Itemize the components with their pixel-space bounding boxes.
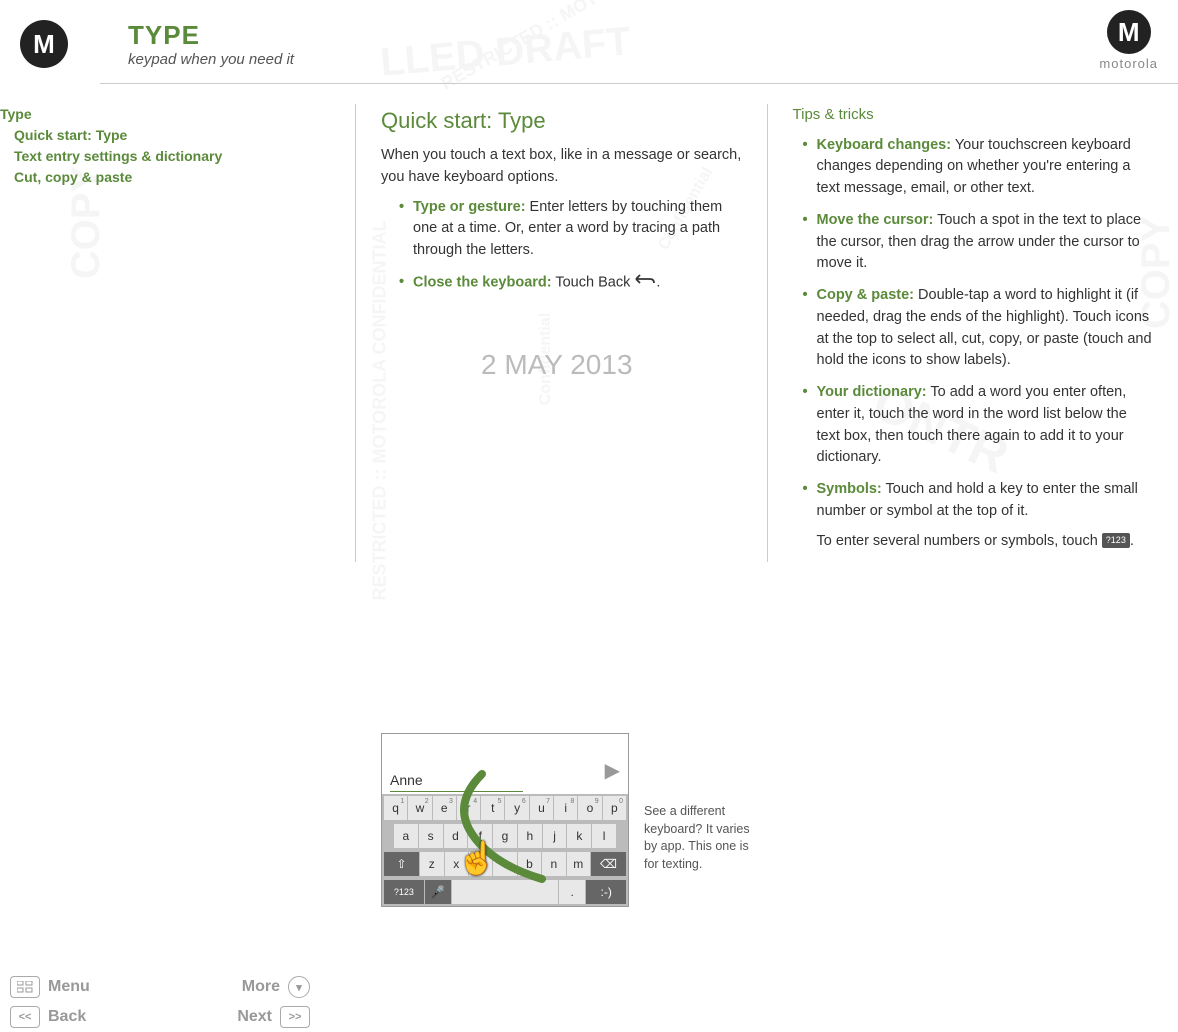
bullet-label: Symbols: [817,481,882,497]
keyboard-key: t5 [481,796,504,820]
keyboard-key: b [518,852,541,876]
keyboard-key: g [493,824,517,848]
page-subtitle: keypad when you need it [128,51,294,68]
page-title: TYPE [128,20,294,51]
more-button[interactable]: More ▾ [242,976,310,998]
menu-icon [10,976,40,998]
motorola-m-icon: M [33,29,55,60]
period-key: . [559,880,585,904]
keyboard-key: p0 [603,796,626,820]
date-watermark: 2 MAY 2013 [481,344,633,386]
toc-item[interactable]: Text entry settings & dictionary [0,146,310,167]
motorola-m-icon: M [1118,17,1140,48]
toc-item[interactable]: Cut, copy & paste [0,167,310,188]
more-icon: ▾ [288,976,310,998]
table-of-contents: Type Quick start: Type Text entry settin… [0,104,310,188]
bullet-label: Close the keyboard: [413,274,552,290]
next-icon: >> [280,1006,310,1028]
keyboard-illustration: Anne ▶ q1w2e3r4t5y6u7i8o9p0 asdfghjkl ⇧ … [381,733,629,907]
send-icon: ▶ [605,756,620,786]
bullet-item: Your dictionary: To add a word you enter… [803,382,1154,469]
mic-key: 🎤 [425,880,451,904]
keyboard-key: j [543,824,567,848]
keyboard-typed-text: Anne [390,770,523,792]
keyboard-figure: Anne ▶ q1w2e3r4t5y6u7i8o9p0 asdfghjkl ⇧ … [381,733,754,907]
back-button[interactable]: << Back [10,1006,86,1028]
shift-key: ⇧ [384,852,419,876]
page-header: M TYPE keypad when you need it M motorol… [0,0,1178,78]
keyboard-key: f [468,824,492,848]
keyboard-key: s [419,824,443,848]
bullet-label: Your dictionary: [817,384,927,400]
keyboard-key: z [420,852,443,876]
bullet-label: Type or gesture: [413,199,526,215]
more-label: More [242,978,280,996]
keyboard-row-1: q1w2e3r4t5y6u7i8o9p0 [382,794,628,822]
keyboard-key: o9 [578,796,601,820]
keyboard-key: q1 [384,796,407,820]
back-arrow-icon [634,272,656,294]
nav-controls: Menu More ▾ << Back Next >> [0,972,320,1032]
bullet-item: Symbols: Touch and hold a key to enter t… [803,479,1154,552]
bullet-label: Copy & paste: [817,287,915,303]
back-label: Back [48,1008,86,1026]
keyboard-key: a [394,824,418,848]
keyboard-key: y6 [505,796,528,820]
next-label: Next [237,1008,272,1026]
bullet-item: Copy & paste: Double-tap a word to highl… [803,285,1154,372]
keyboard-key: w2 [408,796,431,820]
menu-button[interactable]: Menu [10,976,90,998]
keyboard-key: n [542,852,565,876]
keyboard-key: e3 [433,796,456,820]
keyboard-key: m [567,852,590,876]
keyboard-row-4: ?123 🎤 . :-) [382,878,628,906]
bullet-text: Touch Back [552,274,635,290]
keyboard-row-3: ⇧ zxcvbnm ⌫ [382,850,628,878]
keyboard-key: k [567,824,591,848]
symbols-extra: To enter several numbers or symbols, tou… [817,531,1154,553]
keyboard-key: r4 [457,796,480,820]
bullet-item: Close the keyboard: Touch Back . [399,272,742,294]
bullet-item: Move the cursor: Touch a spot in the tex… [803,210,1154,275]
toc-item[interactable]: Quick start: Type [0,125,310,146]
sidebar: Type Quick start: Type Text entry settin… [0,104,330,562]
brand-label: motorola [1099,56,1158,71]
content-column-1: Quick start: Type When you touch a text … [381,104,742,562]
content-column-2: Tips & tricks Keyboard changes: Your tou… [793,104,1169,562]
tips-heading: Tips & tricks [793,104,1154,127]
symbols-key-inline: ?123 [1102,533,1130,549]
toc-root[interactable]: Type [0,104,310,125]
keyboard-caption: See a different keyboard? It varies by a… [644,733,754,873]
bullet-label: Keyboard changes: [817,137,952,153]
section-heading: Quick start: Type [381,104,742,137]
column-divider [355,104,356,562]
motorola-logo-right: M motorola [1099,10,1158,71]
keyboard-key: u7 [530,796,553,820]
keyboard-key: d [444,824,468,848]
bullet-item: Type or gesture: Enter letters by touchi… [399,197,742,262]
keyboard-key: h [518,824,542,848]
section-intro: When you touch a text box, like in a mes… [381,145,742,189]
keyboard-key: c [469,852,492,876]
back-icon: << [10,1006,40,1028]
keyboard-key: v [493,852,516,876]
symbols-key: ?123 [384,880,424,904]
next-button[interactable]: Next >> [237,1006,310,1028]
keyboard-key: l [592,824,616,848]
menu-label: Menu [48,978,90,996]
bullet-item: Keyboard changes: Your touchscreen keybo… [803,135,1154,200]
column-divider [767,104,768,562]
motorola-logo-left: M [20,20,68,68]
smiley-key: :-) [586,880,626,904]
bullet-label: Move the cursor: [817,212,934,228]
backspace-key: ⌫ [591,852,626,876]
keyboard-key: i8 [554,796,577,820]
keyboard-row-2: asdfghjkl [382,822,628,850]
space-key [452,880,558,904]
keyboard-key: x [445,852,468,876]
